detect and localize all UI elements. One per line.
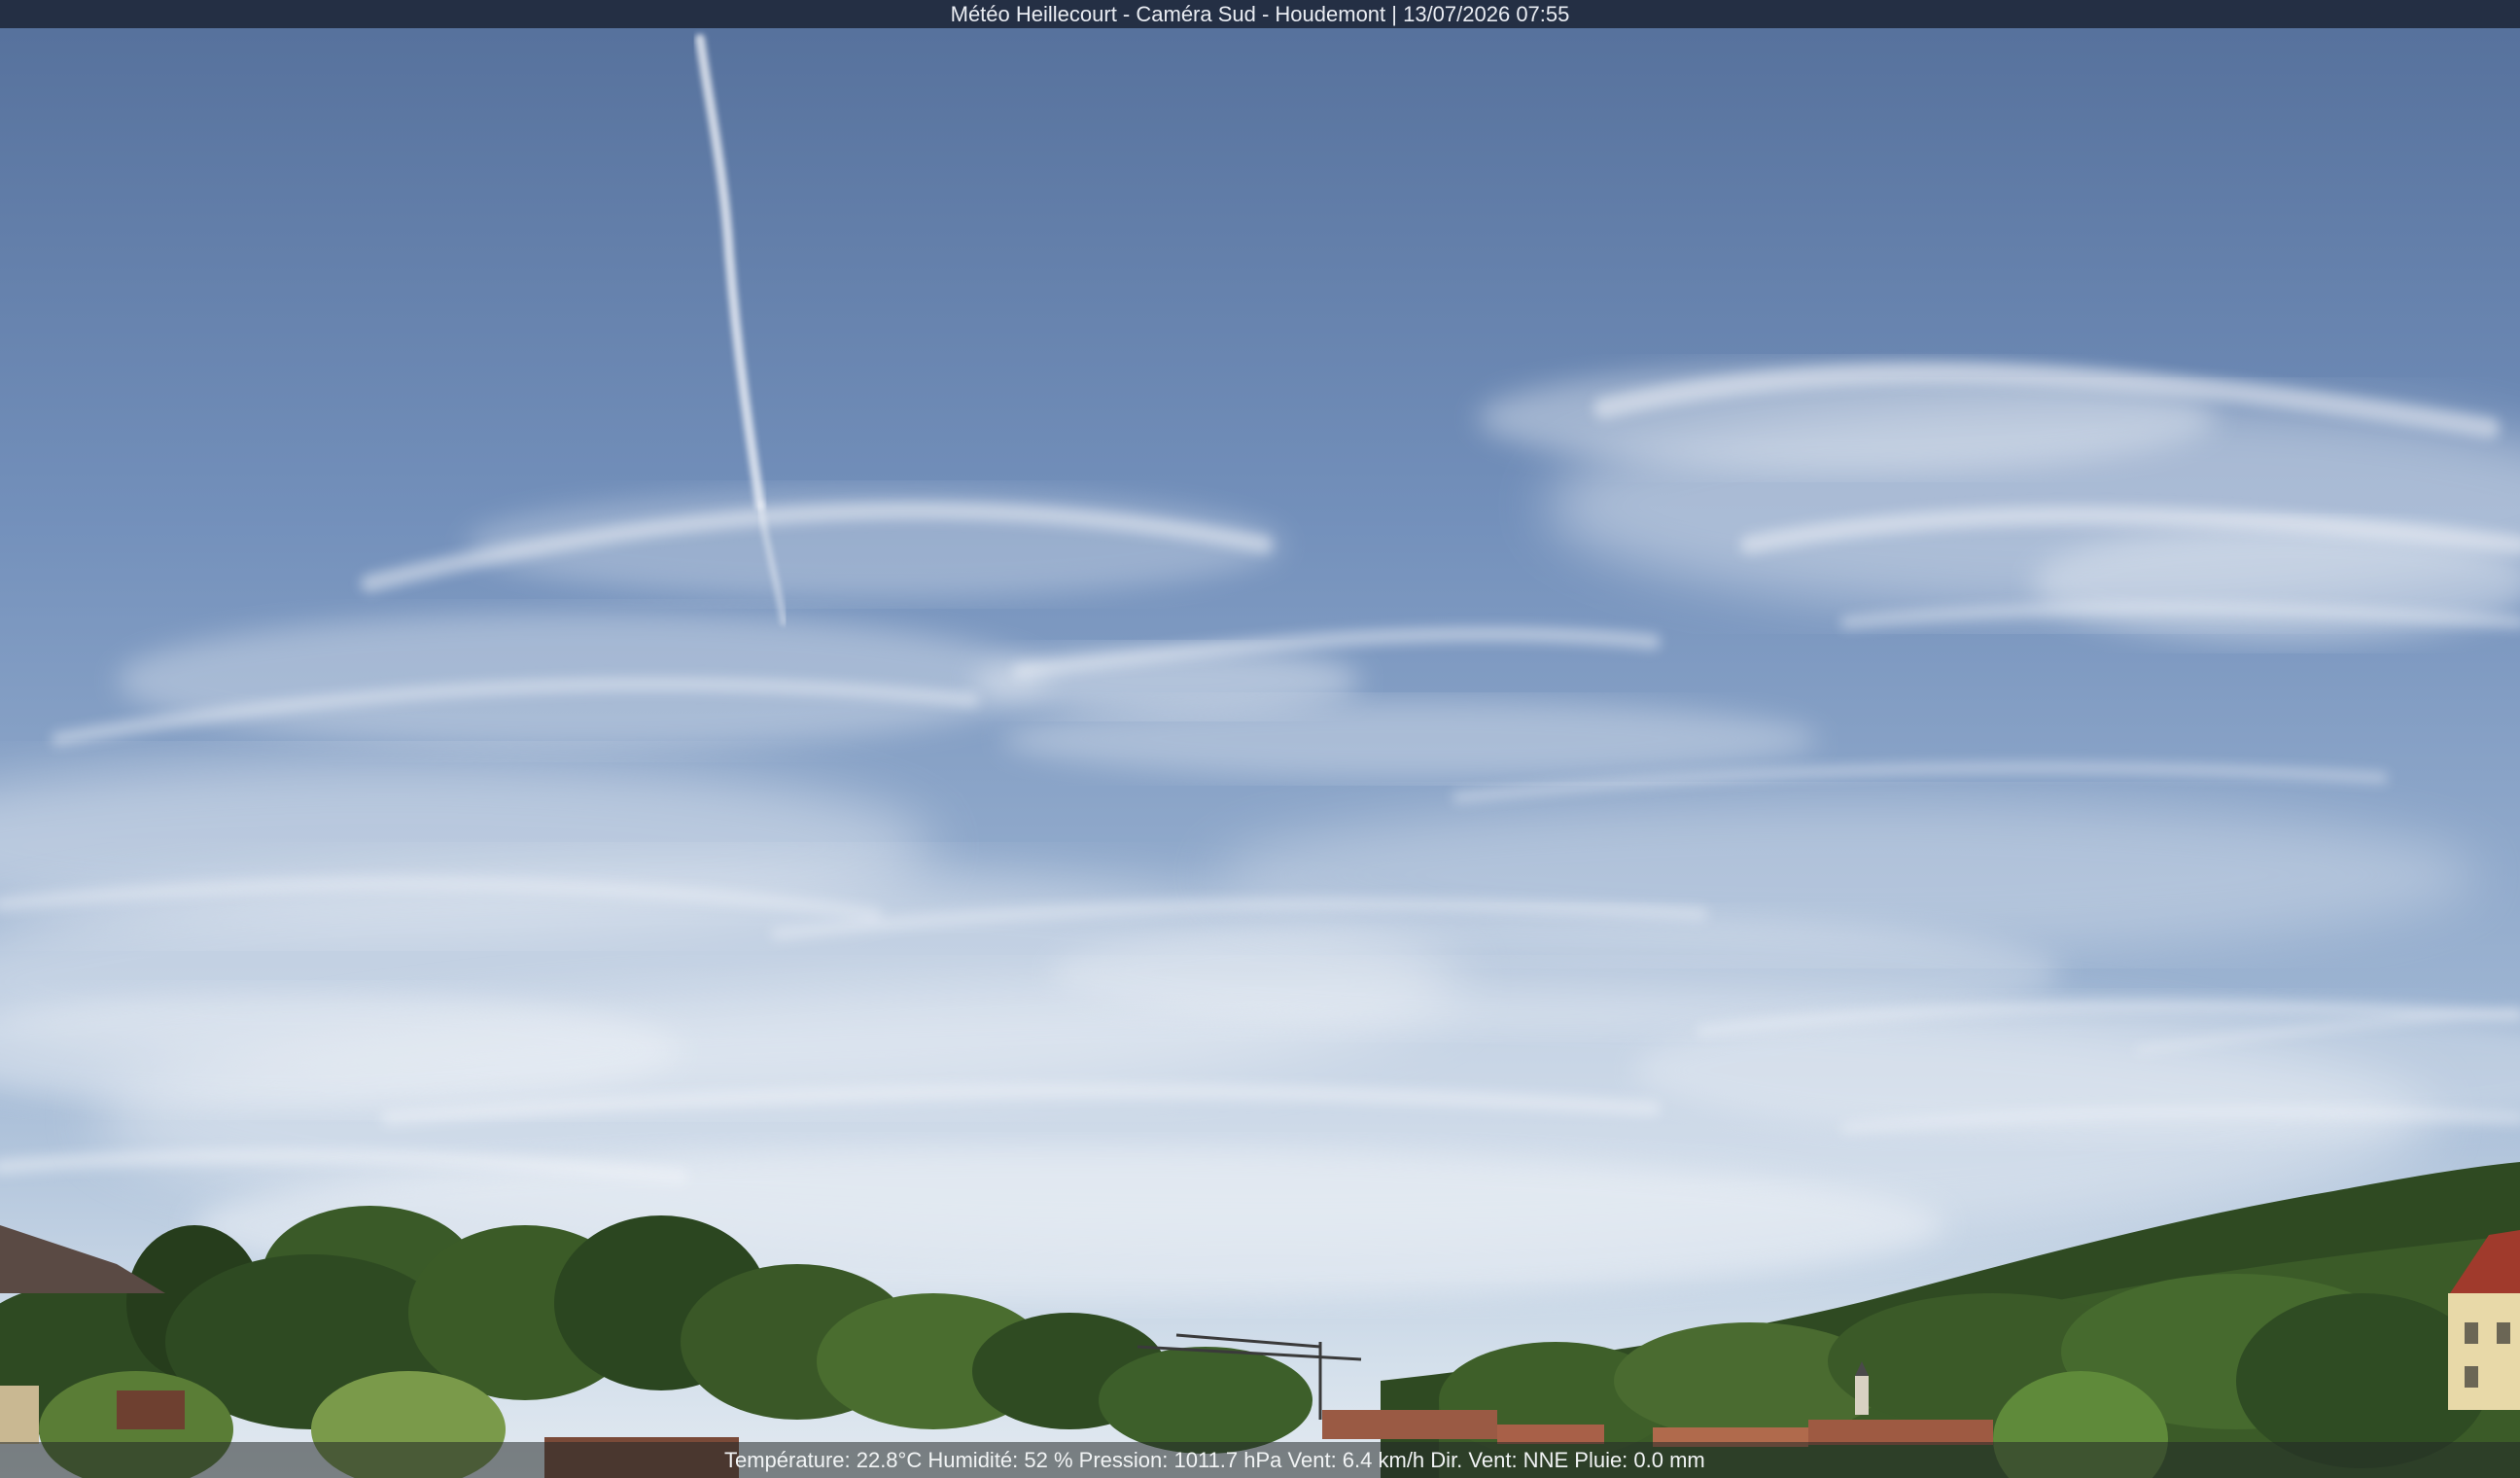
pressure-value: Pression: 1011.7 hPa — [1078, 1448, 1282, 1472]
webcam-frame: Météo Heillecourt - Caméra Sud - Houdemo… — [0, 0, 2520, 1478]
weather-overlay: Température: 22.8°C Humidité: 52 % Press… — [0, 1442, 2520, 1478]
rain-value: Pluie: 0.0 mm — [1574, 1448, 1705, 1472]
weather-readout: Température: 22.8°C Humidité: 52 % Press… — [724, 1442, 1705, 1478]
humidity-value: Humidité: 52 % — [928, 1448, 1073, 1472]
wind-direction-value: Dir. Vent: NNE — [1430, 1448, 1569, 1472]
title-overlay: Météo Heillecourt - Caméra Sud - Houdemo… — [0, 0, 2520, 28]
webcam-image — [0, 0, 2520, 1478]
wind-speed-value: Vent: 6.4 km/h — [1287, 1448, 1425, 1472]
camera-title: Météo Heillecourt - Caméra Sud - Houdemo… — [950, 2, 1570, 26]
temperature-value: Température: 22.8°C — [724, 1448, 923, 1472]
